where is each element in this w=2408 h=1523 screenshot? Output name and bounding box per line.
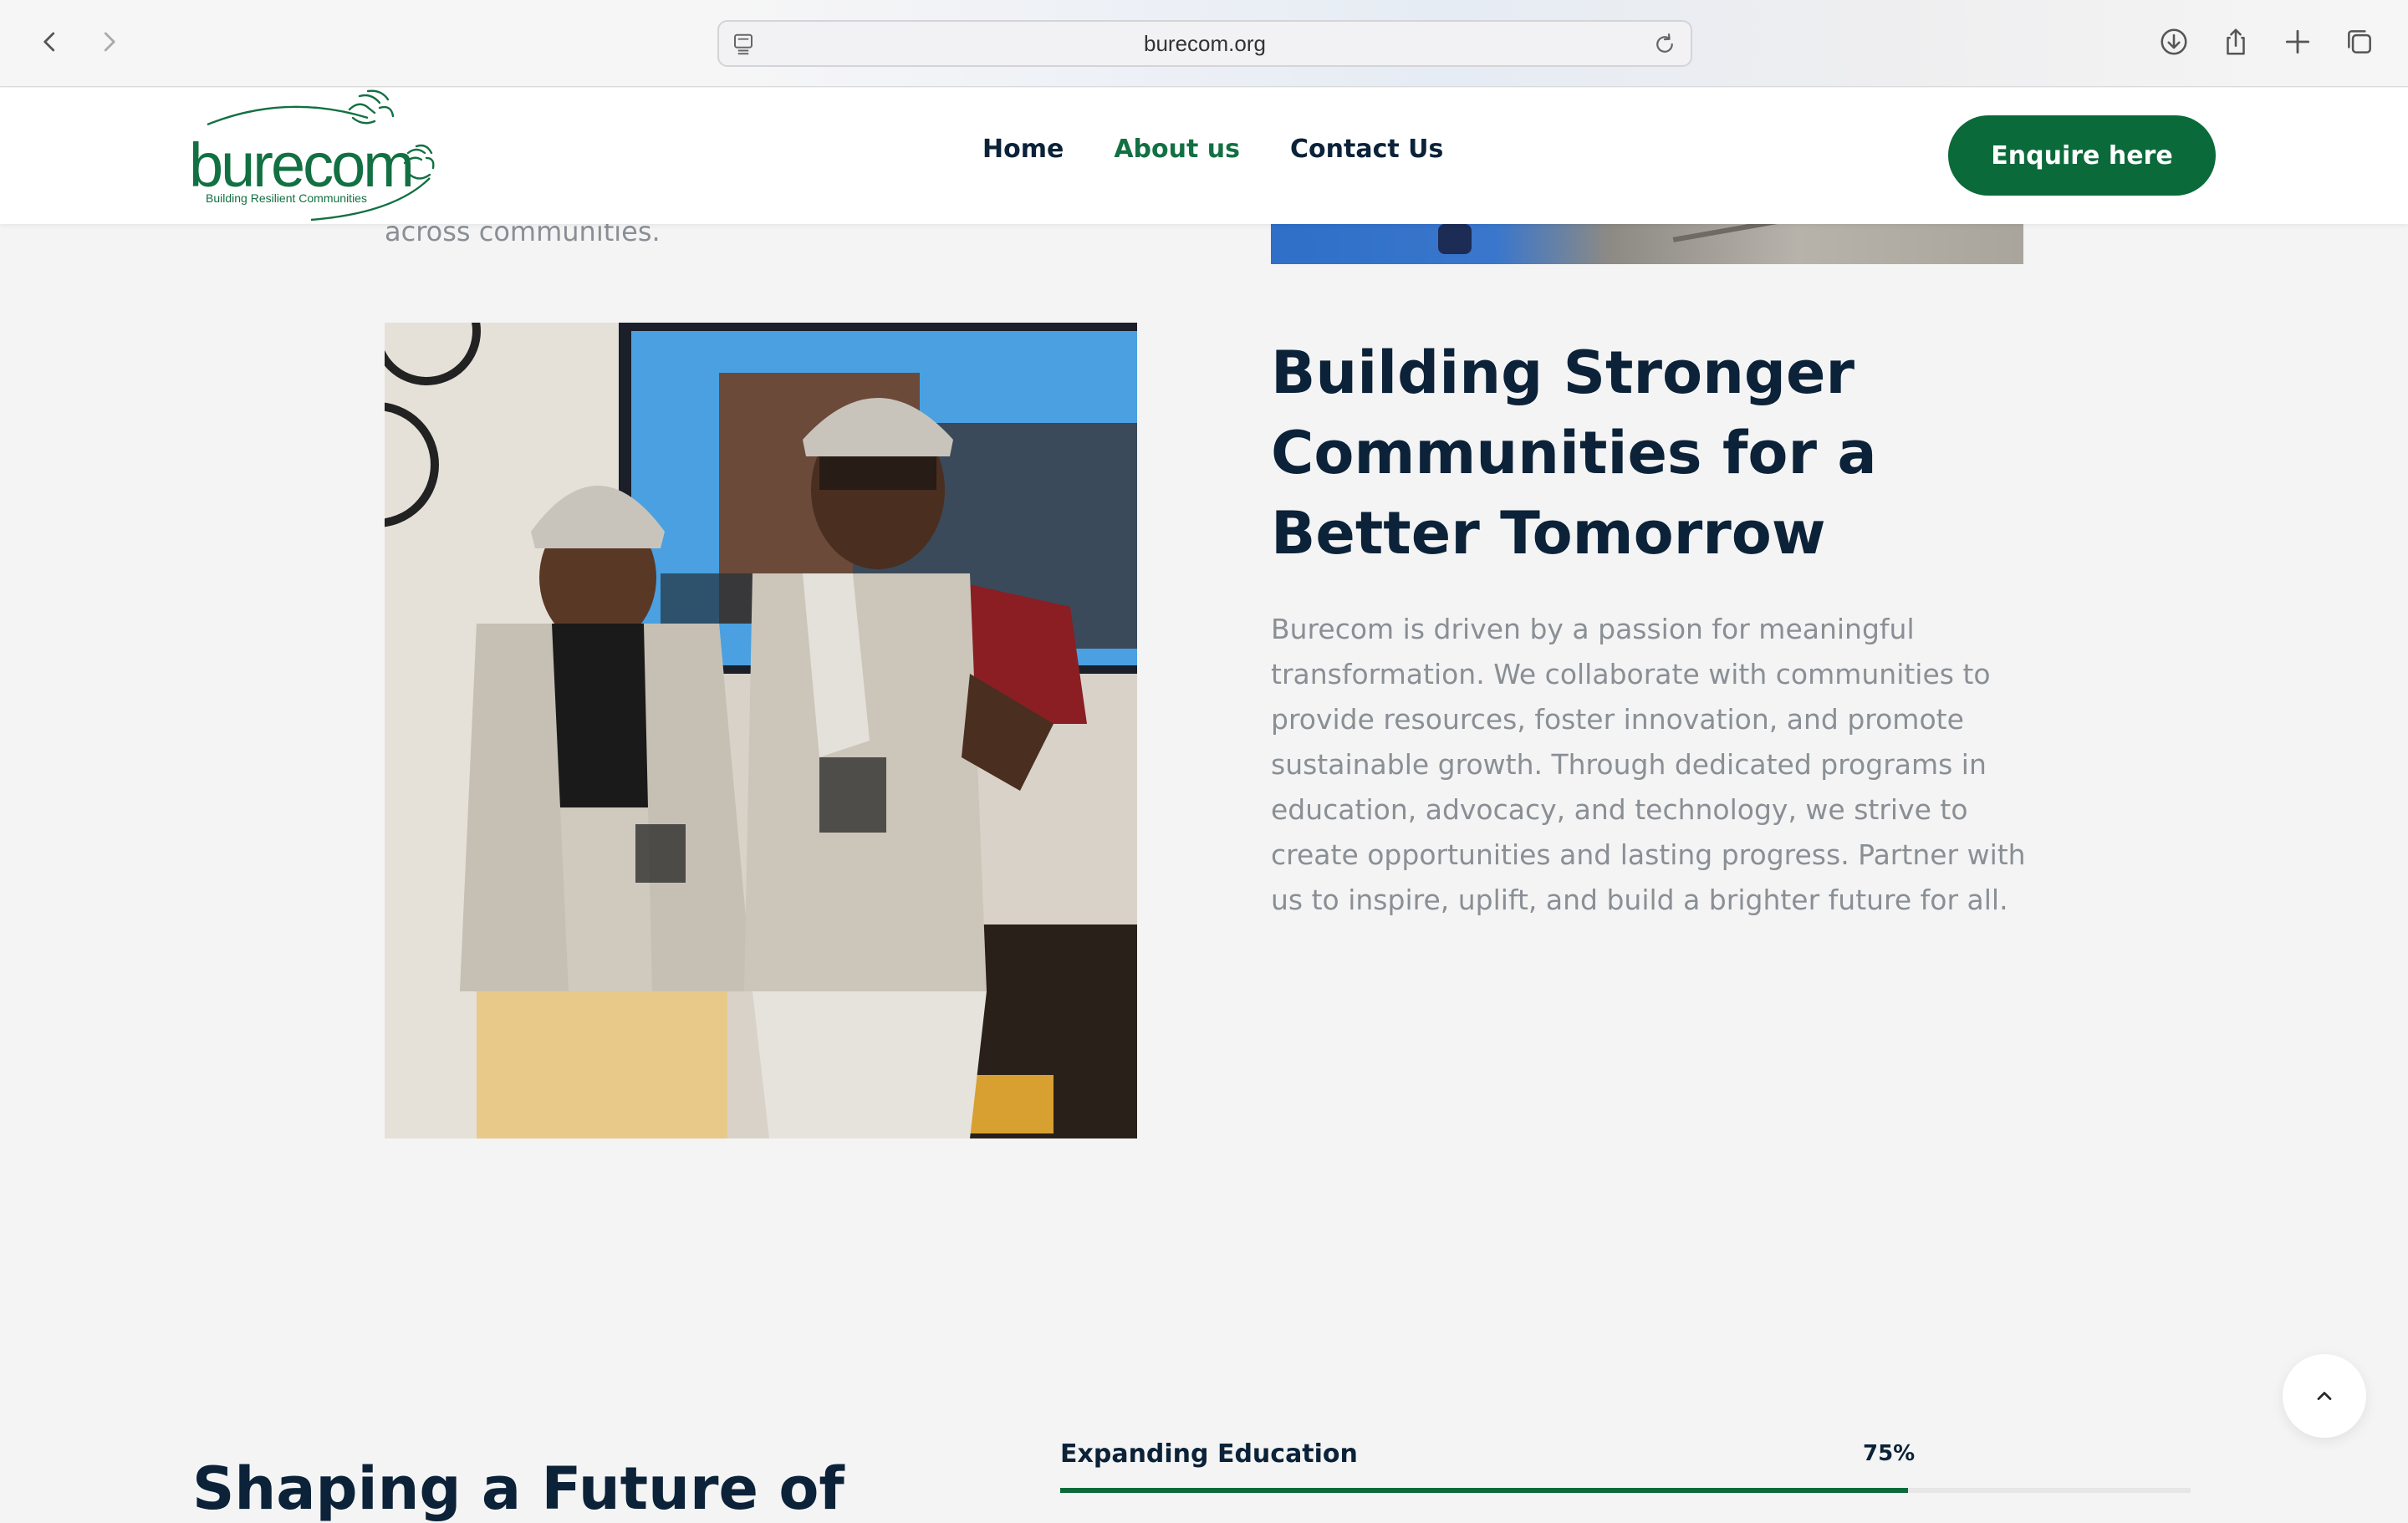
page-icon[interactable]: [731, 32, 756, 57]
site-header: burecom Building Resilient Communities H…: [0, 88, 2408, 224]
progress-label: Expanding Education: [1060, 1439, 1358, 1469]
forward-icon[interactable]: [89, 22, 129, 62]
nav-contact-us[interactable]: Contact Us: [1290, 135, 1443, 164]
share-icon[interactable]: [2217, 23, 2254, 60]
section-title: Building Stronger Communities for a Bett…: [1271, 339, 1877, 568]
progress-fill: [1060, 1488, 1908, 1493]
main-nav: Home About us Contact Us: [982, 135, 1443, 164]
chevron-up-icon: [2317, 1392, 2332, 1400]
logo-tagline: Building Resilient Communities: [206, 191, 367, 205]
new-tab-icon[interactable]: [2279, 23, 2316, 60]
download-icon[interactable]: [2155, 23, 2192, 60]
section-body: Burecom is driven by a passion for meani…: [1271, 613, 2026, 916]
nav-home[interactable]: Home: [982, 135, 1064, 164]
back-icon[interactable]: [30, 22, 70, 62]
scroll-to-top-button[interactable]: [2283, 1354, 2366, 1438]
burecom-logo[interactable]: burecom Building Resilient Communities: [186, 88, 453, 224]
enquire-button[interactable]: Enquire here: [1948, 115, 2216, 196]
url-text[interactable]: burecom.org: [1144, 31, 1266, 57]
progress-track: [1060, 1488, 2191, 1493]
progress-value: 75%: [1863, 1441, 1916, 1466]
reload-icon[interactable]: [1652, 32, 1677, 57]
team-photo: [385, 323, 1137, 1138]
tabs-overview-icon[interactable]: [2341, 23, 2378, 60]
address-bar[interactable]: burecom.org: [717, 20, 1692, 67]
nav-about-us[interactable]: About us: [1114, 135, 1240, 164]
logo-wordmark: burecom: [189, 130, 415, 200]
shaping-title: Shaping a Future of: [192, 1454, 844, 1523]
browser-toolbar: burecom.org: [0, 0, 2408, 87]
